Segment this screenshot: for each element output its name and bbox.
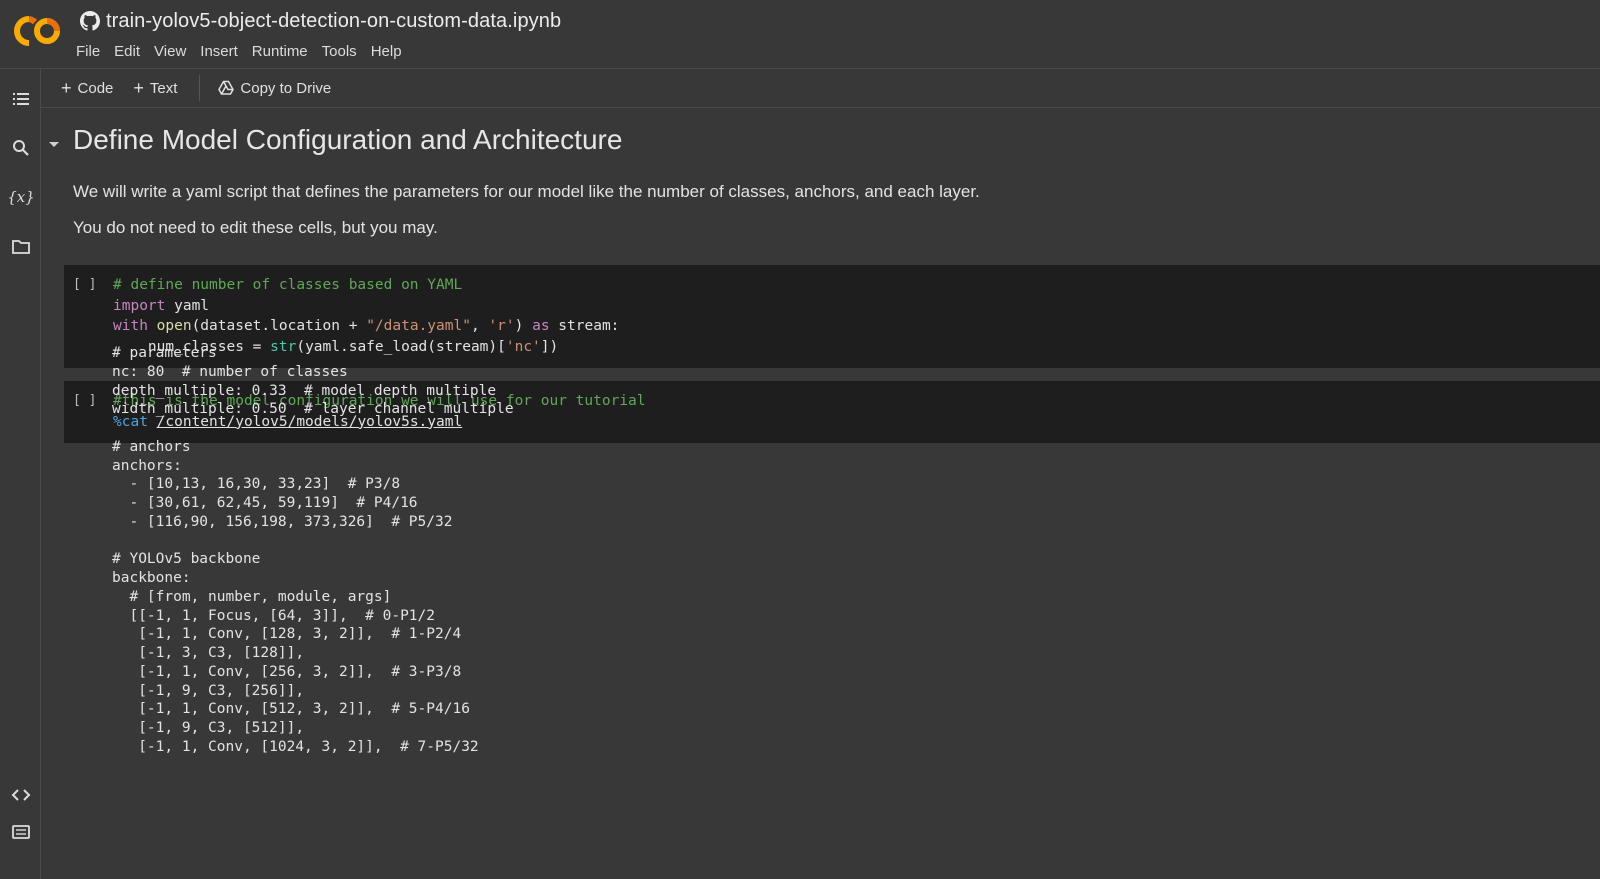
output-line: # anchors xyxy=(112,438,191,455)
notebook-title-row: train-yolov5-object-detection-on-custom-… xyxy=(80,8,561,34)
add-code-label: Code xyxy=(77,79,114,97)
code-token: "/data.yaml" xyxy=(366,318,471,335)
files-button[interactable] xyxy=(8,234,34,260)
code-token: import xyxy=(113,297,166,314)
cell-output: # parameters nc: 80 # number of classes de… xyxy=(112,344,514,757)
output-line: # YOLOv5 backbone xyxy=(112,551,261,568)
notebook-toolbar: + Code + Text Copy to Drive xyxy=(41,69,1600,108)
section-heading: Define Model Configuration and Architect… xyxy=(73,124,623,155)
copy-to-drive-label: Copy to Drive xyxy=(240,79,332,97)
output-line: backbone: xyxy=(112,570,191,586)
output-line: - [30,61, 62,45, 59,119] # P4/16 xyxy=(112,495,418,511)
plus-icon: + xyxy=(133,78,144,98)
run-cell-button[interactable]: [ ] xyxy=(73,277,96,292)
google-drive-icon xyxy=(218,80,235,95)
code-snippets-button[interactable] xyxy=(8,782,34,808)
left-sidebar: {x} xyxy=(0,69,41,879)
copy-to-drive-button[interactable]: Copy to Drive xyxy=(208,76,341,101)
output-line: - [10,13, 16,30, 33,23] # P3/8 xyxy=(112,476,401,493)
code-line: import yaml xyxy=(113,296,619,317)
output-line: [[-1, 1, Focus, [64, 3]], # 0-P1/2 xyxy=(112,607,436,624)
search-icon xyxy=(13,140,29,156)
output-line: [-1, 9, C3, [512]], xyxy=(112,720,305,736)
menu-insert[interactable]: Insert xyxy=(200,40,246,63)
code-line: # define number of classes based on YAML xyxy=(113,275,619,296)
output-line: nc: 80 # number of classes xyxy=(112,363,348,380)
colab-logo[interactable] xyxy=(14,14,62,48)
app-header: train-yolov5-object-detection-on-custom-… xyxy=(0,0,1600,69)
menu-runtime[interactable]: Runtime xyxy=(252,40,316,63)
code-token: stream: xyxy=(549,318,620,335)
notebook-title[interactable]: train-yolov5-object-detection-on-custom-… xyxy=(106,10,561,33)
search-button[interactable] xyxy=(8,135,34,161)
menu-edit[interactable]: Edit xyxy=(114,40,148,63)
output-line: # parameters xyxy=(112,345,217,361)
menu-view[interactable]: View xyxy=(154,40,194,63)
output-line: width_multiple: 0.50 # layer channel mul… xyxy=(112,401,514,418)
code-token: , xyxy=(470,318,489,335)
output-line: [-1, 3, C3, [128]], xyxy=(112,645,305,661)
menu-help[interactable]: Help xyxy=(371,40,410,63)
section-paragraph: You do not need to edit these cells, but… xyxy=(73,218,438,237)
menu-bar: File Edit View Insert Runtime Tools Help xyxy=(76,40,416,63)
menu-tools[interactable]: Tools xyxy=(322,40,365,63)
variables-icon: {x} xyxy=(7,188,35,206)
collapse-section-icon[interactable] xyxy=(47,138,61,152)
code-line: with open(dataset.location + "/data.yaml… xyxy=(113,316,619,337)
code-token: with xyxy=(113,318,148,335)
code-token: ]) xyxy=(540,339,559,356)
output-line: - [116,90, 156,198, 373,326] # P5/32 xyxy=(112,513,453,530)
menu-file[interactable]: File xyxy=(76,40,108,63)
code-token: open xyxy=(156,318,192,335)
add-text-cell-button[interactable]: + Text xyxy=(123,75,187,101)
variables-button[interactable]: {x} xyxy=(7,184,35,210)
output-line: anchors: xyxy=(112,457,182,474)
add-code-cell-button[interactable]: + Code xyxy=(51,75,123,101)
code-token: ) xyxy=(514,318,533,335)
output-line: [-1, 1, Conv, [512, 3, 2]], # 5-P4/16 xyxy=(112,701,470,718)
output-line: depth_multiple: 0.33 # model depth multi… xyxy=(112,382,497,399)
plus-icon: + xyxy=(61,78,72,98)
add-text-label: Text xyxy=(149,79,178,97)
command-palette-button[interactable] xyxy=(8,819,34,845)
output-line: # [from, number, module, args] xyxy=(112,588,392,605)
table-of-contents-icon xyxy=(13,93,29,105)
run-cell-button[interactable]: [ ] xyxy=(73,393,96,408)
github-icon xyxy=(80,11,100,31)
section-paragraph: We will write a yaml script that defines… xyxy=(73,182,980,201)
code-token: yaml xyxy=(165,297,210,314)
code-token: # define number of classes based on YAML xyxy=(113,277,463,293)
code-token: (dataset.location + xyxy=(191,318,367,335)
toolbar-divider xyxy=(199,75,201,101)
output-line: [-1, 9, C3, [256]], xyxy=(112,682,305,699)
files-icon xyxy=(12,240,30,254)
command-palette-icon xyxy=(12,825,30,839)
table-of-contents-button[interactable] xyxy=(8,86,34,112)
code-token: 'r' xyxy=(488,318,515,335)
code-token: as xyxy=(532,318,550,335)
output-line: [-1, 1, Conv, [128, 3, 2]], # 1-P2/4 xyxy=(112,626,462,643)
output-line: [-1, 1, Conv, [1024, 3, 2]], # 7-P5/32 xyxy=(112,738,479,755)
output-line: [-1, 1, Conv, [256, 3, 2]], # 3-P3/8 xyxy=(112,663,462,680)
code-snippets-icon xyxy=(11,789,31,801)
